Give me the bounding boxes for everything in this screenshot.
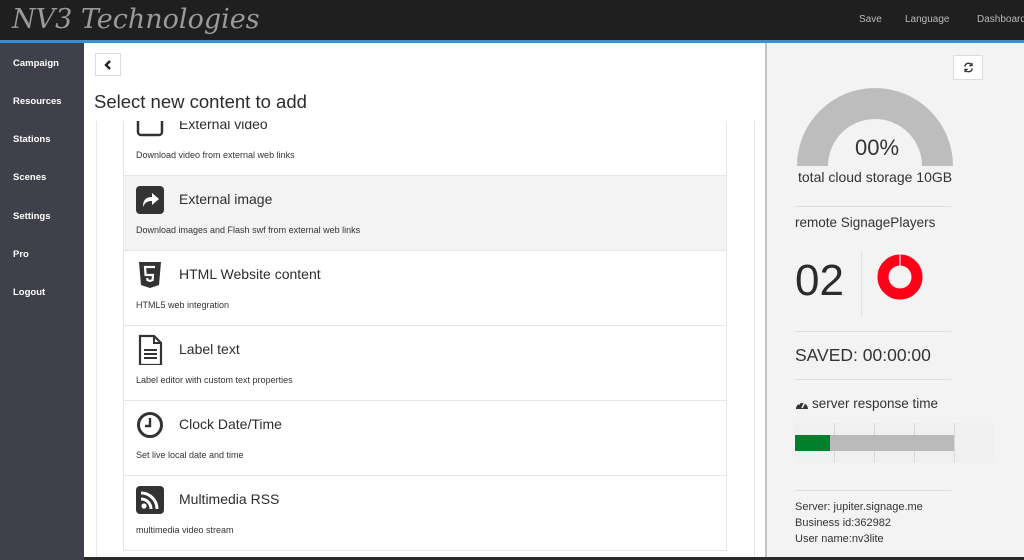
content-item-clock[interactable]: Clock Date/Time Set live local date and …: [124, 401, 726, 476]
item-description: HTML5 web integration: [136, 300, 230, 310]
back-button[interactable]: [95, 53, 121, 76]
content-item-multimedia-rss[interactable]: Multimedia RSS multimedia video stream: [124, 476, 726, 551]
players-donut-chart: [877, 254, 923, 300]
page-title: Select new content to add: [94, 91, 307, 112]
user-name: User name:nv3lite: [795, 533, 884, 545]
item-description: Label editor with custom text properties: [136, 375, 293, 385]
server-response-fill: [795, 435, 830, 451]
storage-label: total cloud storage 10GB: [798, 169, 953, 185]
chart-gridline: [954, 423, 955, 463]
top-navbar: NV3 Technologies Save Language Dashboard: [0, 0, 1024, 40]
saved-status: SAVED: 00:00:00: [795, 345, 931, 365]
item-description: multimedia video stream: [136, 525, 234, 535]
sidebar-item-resources[interactable]: Resources: [13, 96, 62, 107]
video-icon: [136, 121, 164, 137]
nav-language-link[interactable]: Language: [905, 14, 950, 25]
chevron-left-icon: [104, 59, 111, 70]
content-item-external-image[interactable]: External image Download images and Flash…: [124, 176, 726, 251]
players-count: 02: [795, 256, 844, 305]
list-rail-right: [754, 121, 755, 560]
content-item-html-website[interactable]: HTML Website content HTML5 web integrati…: [124, 251, 726, 326]
divider: [795, 379, 951, 380]
item-title: External image: [179, 191, 273, 207]
sidebar-item-settings[interactable]: Settings: [13, 211, 50, 222]
document-text-icon: [138, 334, 163, 365]
nav-dashboard-link[interactable]: Dashboard: [977, 14, 1024, 25]
clock-icon: [137, 412, 163, 438]
content-item-label-text[interactable]: Label text Label editor with custom text…: [124, 326, 726, 401]
refresh-icon: [963, 62, 973, 73]
server-response-text: server response time: [812, 396, 939, 411]
content-item-external-video[interactable]: External video Download video from exter…: [124, 121, 726, 176]
main-content: Select new content to add External video…: [84, 43, 766, 560]
nav-save-link[interactable]: Save: [859, 14, 882, 25]
players-label: remote SignagePlayers: [795, 215, 936, 230]
html5-icon: [139, 262, 161, 288]
item-title: Multimedia RSS: [179, 491, 280, 507]
sidebar-item-pro[interactable]: Pro: [13, 249, 29, 260]
stats-panel: 00% total cloud storage 10GB remote Sign…: [767, 43, 1024, 560]
divider: [795, 206, 951, 207]
rss-icon: [136, 486, 164, 514]
list-rail-left: [96, 121, 97, 560]
item-description: Set live local date and time: [136, 450, 244, 460]
sidebar-item-logout[interactable]: Logout: [13, 287, 45, 298]
item-description: Download images and Flash swf from exter…: [136, 225, 361, 235]
sidebar-item-stations[interactable]: Stations: [13, 134, 50, 145]
item-title: Label text: [179, 341, 240, 357]
refresh-button[interactable]: [953, 55, 983, 80]
players-divider: [861, 251, 862, 317]
item-title: Clock Date/Time: [179, 416, 282, 432]
divider: [795, 490, 951, 491]
item-description: Download video from external web links: [136, 150, 295, 160]
dashboard-gauge-icon: [796, 400, 808, 409]
sidebar: Campaign Resources Stations Scenes Setti…: [0, 43, 84, 560]
content-type-list: External video Download video from exter…: [123, 121, 727, 551]
server-response-chart: [795, 423, 995, 463]
server-response-label: server response time: [795, 396, 938, 411]
business-id: Business id:362982: [795, 517, 892, 529]
storage-percent: 00%: [854, 135, 900, 160]
share-arrow-icon: [136, 186, 164, 214]
item-title: External video: [179, 121, 268, 132]
server-info: Server: jupiter.signage.me: [795, 501, 923, 513]
sidebar-item-campaign[interactable]: Campaign: [13, 58, 59, 69]
divider: [795, 331, 951, 332]
content-list-scroll[interactable]: External video Download video from exter…: [96, 121, 756, 560]
brand-logo[interactable]: NV3 Technologies: [12, 2, 260, 38]
item-title: HTML Website content: [179, 266, 321, 282]
sidebar-item-scenes[interactable]: Scenes: [13, 172, 46, 183]
